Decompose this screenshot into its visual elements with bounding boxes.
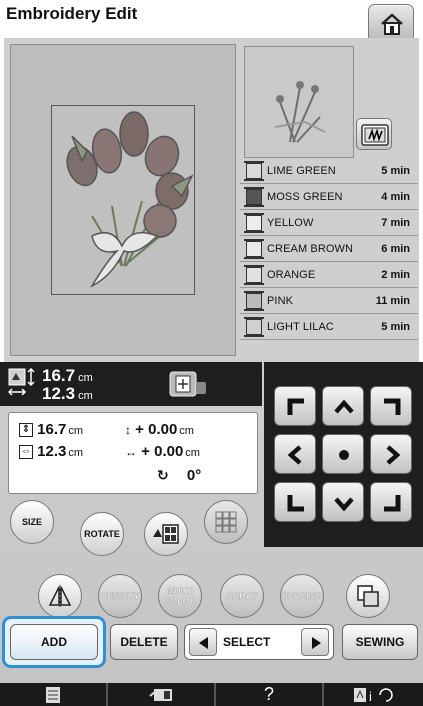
move-center-button[interactable] [322, 434, 364, 474]
thread-spool-icon [244, 212, 264, 233]
rotation-readout: ↻ 0° [157, 467, 202, 484]
move-left-button[interactable] [274, 434, 316, 474]
duplicate-button[interactable] [346, 574, 390, 618]
help-button[interactable]: ? [216, 683, 324, 706]
move-down-button[interactable] [322, 482, 364, 522]
delete-button[interactable]: DELETE [110, 624, 178, 660]
list-item: YELLOW 7 min [240, 210, 418, 236]
triangle-right-icon [312, 637, 321, 649]
select-previous-button[interactable] [189, 628, 217, 656]
settings-button[interactable] [0, 683, 108, 706]
arrow-right-icon [386, 445, 401, 465]
arrow-up-left-icon [287, 398, 304, 415]
height-readout: ⇕ 16.7 cm [19, 421, 83, 438]
magnify-view-button[interactable] [356, 118, 392, 150]
move-down-left-button[interactable] [274, 482, 316, 522]
border-icon [153, 524, 179, 544]
machine-guide-button[interactable] [108, 683, 216, 706]
spacing-button[interactable]: SPACING [280, 574, 324, 618]
sewing-button[interactable]: SEWING [342, 624, 418, 660]
pattern-size-icon [8, 368, 35, 396]
move-up-left-button[interactable] [274, 386, 316, 426]
grid-icon [215, 511, 237, 533]
move-down-right-button[interactable] [370, 482, 412, 522]
select-next-button[interactable] [301, 628, 329, 656]
flower-pattern-image [66, 111, 194, 288]
bottom-toolbar: ? i [0, 683, 423, 706]
list-item: PINK 11 min [240, 288, 418, 314]
thread-spool-icon [244, 290, 264, 311]
size-position-panel: ⇕ 16.7 cm ⇔ 12.3 cm ↕ + 0.00 cm ↔ + 0.00 cm … [8, 412, 258, 494]
height-arrows-icon: ⇕ [19, 423, 33, 438]
list-item: LIGHT LILAC 5 min [240, 314, 418, 340]
page-title: Embroidery Edit [6, 4, 138, 23]
pattern-info-icon: i [353, 687, 393, 704]
vertical-move-icon: ↕ [125, 423, 131, 437]
width-arrows-icon: ⇔ [19, 445, 33, 460]
mirror-button[interactable] [38, 574, 82, 618]
thread-spool-icon [244, 160, 264, 181]
arrow-up-icon [334, 399, 354, 414]
rotate-icon: ↻ [157, 467, 169, 483]
select-label: SELECT [223, 635, 271, 649]
pattern-dimensions: 16.7 cm 12.3 cm [42, 366, 93, 403]
array-button[interactable]: ARRAY [220, 574, 264, 618]
move-up-button[interactable] [322, 386, 364, 426]
thread-color-list: LIME GREEN 5 min MOSS GREEN 4 min YELLOW… [240, 158, 418, 340]
svg-text:i: i [369, 689, 372, 704]
duplicate-icon [357, 585, 379, 607]
vertical-offset-readout: ↕ + 0.00 cm [125, 421, 194, 438]
triangle-left-icon [199, 637, 208, 649]
pattern-size-bar: 16.7 cm 12.3 cm [0, 362, 262, 406]
width-readout: ⇔ 12.3 cm [19, 443, 84, 460]
border-button[interactable] [144, 512, 188, 556]
list-item: MOSS GREEN 4 min [240, 184, 418, 210]
add-button[interactable]: ADD [10, 624, 98, 660]
mirror-icon [48, 585, 72, 607]
thread-spool-icon [244, 316, 264, 337]
density-button[interactable]: DENSITY [98, 574, 142, 618]
center-dot-icon [339, 450, 349, 460]
arrow-up-right-icon [384, 398, 401, 415]
home-icon [381, 13, 403, 35]
select-control: SELECT [184, 624, 334, 660]
list-item: ORANGE 2 min [240, 262, 418, 288]
thread-spool-icon [244, 264, 264, 285]
size-button[interactable]: SIZE [10, 500, 54, 544]
arrow-left-icon [287, 445, 302, 465]
thread-spool-icon [244, 238, 264, 259]
embroidery-frame-icon [169, 371, 206, 397]
list-settings-icon [46, 686, 60, 703]
horizontal-offset-readout: ↔ + 0.00 cm [125, 443, 200, 460]
hoop-frame [51, 105, 195, 295]
move-right-button[interactable] [370, 434, 412, 474]
multi-color-button[interactable]: MULTI COLOR [158, 574, 202, 618]
arrow-down-left-icon [287, 495, 304, 512]
position-arrow-pad [264, 362, 423, 547]
list-item: LIME GREEN 5 min [240, 158, 418, 184]
rotate-button[interactable]: ROTATE [80, 512, 124, 556]
embroidery-canvas [10, 44, 236, 356]
preview-area: LIME GREEN 5 min MOSS GREEN 4 min YELLOW… [4, 38, 419, 362]
horizontal-move-icon: ↔ [125, 445, 137, 459]
pattern-thumbnail-image [274, 81, 326, 143]
move-up-right-button[interactable] [370, 386, 412, 426]
arrow-down-icon [334, 497, 354, 512]
sewing-machine-icon [149, 688, 172, 701]
thread-view-icon [361, 124, 389, 146]
grid-button[interactable] [204, 500, 248, 544]
pattern-thumbnail [244, 46, 354, 158]
thread-spool-icon [244, 186, 264, 207]
arrow-down-right-icon [384, 495, 401, 512]
record-button[interactable]: i [324, 683, 423, 706]
list-item: CREAM BROWN 6 min [240, 236, 418, 262]
